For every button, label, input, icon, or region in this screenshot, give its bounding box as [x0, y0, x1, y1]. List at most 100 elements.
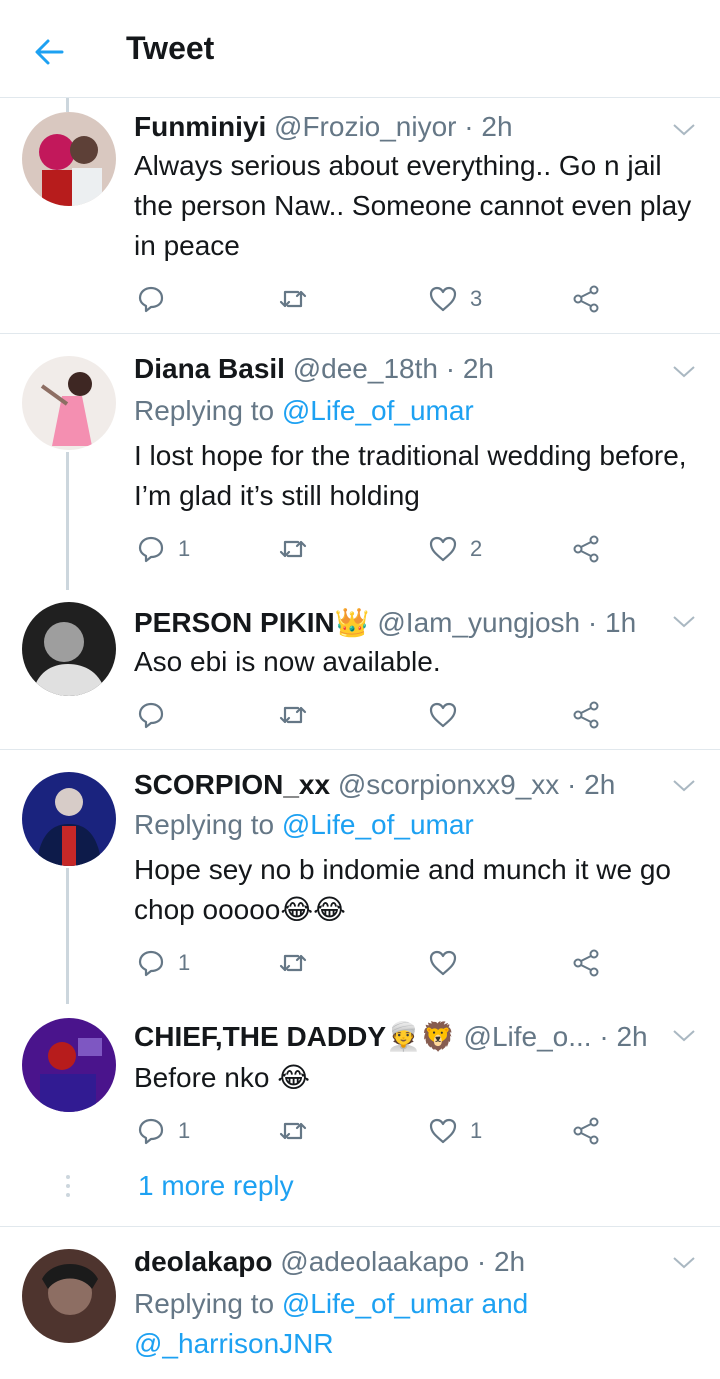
chevron-down-icon[interactable] [668, 360, 700, 384]
like-count: 3 [470, 286, 483, 311]
handle[interactable]: @Life_o... [464, 1021, 592, 1052]
reply-button[interactable]: 1 [136, 1114, 190, 1148]
chevron-down-icon[interactable] [668, 610, 700, 634]
like-button[interactable]: 2 [428, 532, 482, 566]
tweet-meta: PERSON PIKIN👑 @Iam_yungjosh · 1h [134, 606, 636, 640]
reply-icon [138, 702, 164, 729]
like-icon [429, 950, 457, 976]
reply-button[interactable]: 1 [136, 532, 190, 566]
tweet-actions: 1 1 [134, 1114, 614, 1148]
reply-count: 1 [178, 536, 191, 561]
mention-link[interactable]: @Life_of_umar [282, 395, 474, 426]
timestamp: · 2h [476, 1246, 526, 1277]
show-more-replies-link[interactable]: 1 more reply [138, 1170, 294, 1202]
replying-to: Replying to @Life_of_umar [134, 808, 474, 842]
tweet-item[interactable]: PERSON PIKIN👑 @Iam_yungjosh · 1h Aso ebi… [0, 590, 720, 750]
like-count: 2 [470, 536, 483, 561]
like-button[interactable]: 1 [428, 1114, 482, 1148]
retweet-icon [279, 290, 307, 308]
display-name[interactable]: deolakapo [134, 1246, 272, 1277]
retweet-button[interactable] [278, 946, 320, 980]
avatar[interactable] [22, 112, 116, 206]
display-name[interactable]: Funminiyi [134, 111, 266, 142]
timestamp: · 1h [587, 607, 637, 638]
chevron-down-icon[interactable] [668, 774, 700, 798]
retweet-button[interactable] [278, 698, 320, 732]
timestamp: · 2h [599, 1021, 648, 1052]
back-button[interactable] [30, 32, 70, 72]
like-button[interactable] [428, 946, 470, 980]
replying-label: Replying to [134, 395, 275, 426]
tweet-item[interactable]: CHIEF,THE DADDY👳🦁 @Life_o... · 2h Before… [0, 1004, 720, 1164]
share-button[interactable] [572, 1114, 602, 1148]
tweet-text: Aso ebi is now available. [134, 646, 441, 677]
timestamp: · 2h [445, 353, 494, 384]
handle[interactable]: @dee_18th [293, 353, 438, 384]
arrow-left-icon [35, 39, 64, 65]
reply-button[interactable] [136, 282, 178, 316]
thread-line [66, 98, 69, 112]
avatar[interactable] [22, 1249, 116, 1343]
tweet-meta: Diana Basil @dee_18th · 2h [134, 352, 494, 386]
tweet-item[interactable]: SCORPION_xx @scorpionxx9_xx · 2h Replyin… [0, 750, 720, 1004]
like-button[interactable]: 3 [428, 282, 482, 316]
reply-count: 1 [178, 950, 191, 975]
like-icon [429, 702, 457, 728]
display-name[interactable]: PERSON PIKIN👑 [134, 607, 370, 638]
avatar[interactable] [22, 602, 116, 696]
reply-button[interactable] [136, 698, 178, 732]
handle[interactable]: @adeolaakapo [280, 1246, 469, 1277]
reply-button[interactable]: 1 [136, 946, 190, 980]
replying-to: Replying to @Life_of_umar and [134, 1287, 528, 1321]
handle[interactable]: @Frozio_niyor [274, 111, 456, 142]
tweet-item[interactable]: Funminiyi @Frozio_niyor · 2h Always seri… [0, 98, 720, 334]
retweet-button[interactable] [278, 1114, 320, 1148]
tweet-meta: CHIEF,THE DADDY👳🦁 @Life_o... · 2h [134, 1020, 648, 1054]
like-icon [429, 286, 457, 312]
tweet-meta: Funminiyi @Frozio_niyor · 2h [134, 110, 513, 144]
share-button[interactable] [572, 532, 602, 566]
reply-icon [138, 1118, 164, 1145]
tweet-text: Always serious about everything.. Go n j… [134, 150, 692, 261]
display-name[interactable]: SCORPION_xx [134, 769, 330, 800]
chevron-down-icon[interactable] [668, 118, 700, 142]
avatar[interactable] [22, 772, 116, 866]
share-button[interactable] [572, 946, 602, 980]
share-button[interactable] [572, 282, 602, 316]
retweet-icon [279, 954, 307, 972]
handle[interactable]: @Iam_yungjosh [377, 607, 580, 638]
like-button[interactable] [428, 698, 470, 732]
handle[interactable]: @scorpionxx9_xx [338, 769, 559, 800]
retweet-icon [279, 1122, 307, 1140]
tweet-actions: 1 2 [134, 532, 614, 566]
replying-label: Replying to [134, 1288, 275, 1319]
display-name[interactable]: Diana Basil [134, 353, 285, 384]
retweet-button[interactable] [278, 282, 320, 316]
chevron-down-icon[interactable] [668, 1251, 700, 1275]
display-name[interactable]: CHIEF,THE DADDY👳🦁 [134, 1021, 456, 1052]
reply-icon [138, 536, 164, 563]
mention-link[interactable]: @_harrisonJNR [134, 1328, 334, 1359]
mention-link[interactable]: @Life_of_umar and [282, 1288, 528, 1319]
thread-line [66, 868, 69, 1004]
avatar[interactable] [22, 1018, 116, 1112]
share-icon [573, 949, 599, 977]
share-icon [573, 285, 599, 313]
share-button[interactable] [572, 698, 602, 732]
retweet-button[interactable] [278, 532, 320, 566]
chevron-down-icon[interactable] [668, 1024, 700, 1048]
avatar[interactable] [22, 356, 116, 450]
share-icon [573, 535, 599, 563]
retweet-icon [279, 706, 307, 724]
tweet-item[interactable]: Diana Basil @dee_18th · 2h Replying to @… [0, 334, 720, 590]
like-icon [429, 1118, 457, 1144]
timestamp: · 2h [567, 769, 616, 800]
mention-link[interactable]: @Life_of_umar [282, 809, 474, 840]
replying-label: Replying to [134, 809, 275, 840]
like-icon [429, 536, 457, 562]
tweet-item[interactable]: deolakapo @adeolaakapo · 2h Replying to … [0, 1227, 720, 1379]
tweet-text: Before nko 😂 [134, 1062, 310, 1093]
tweet-meta: deolakapo @adeolaakapo · 2h [134, 1245, 525, 1279]
page-title: Tweet [126, 30, 215, 66]
share-icon [573, 701, 599, 729]
